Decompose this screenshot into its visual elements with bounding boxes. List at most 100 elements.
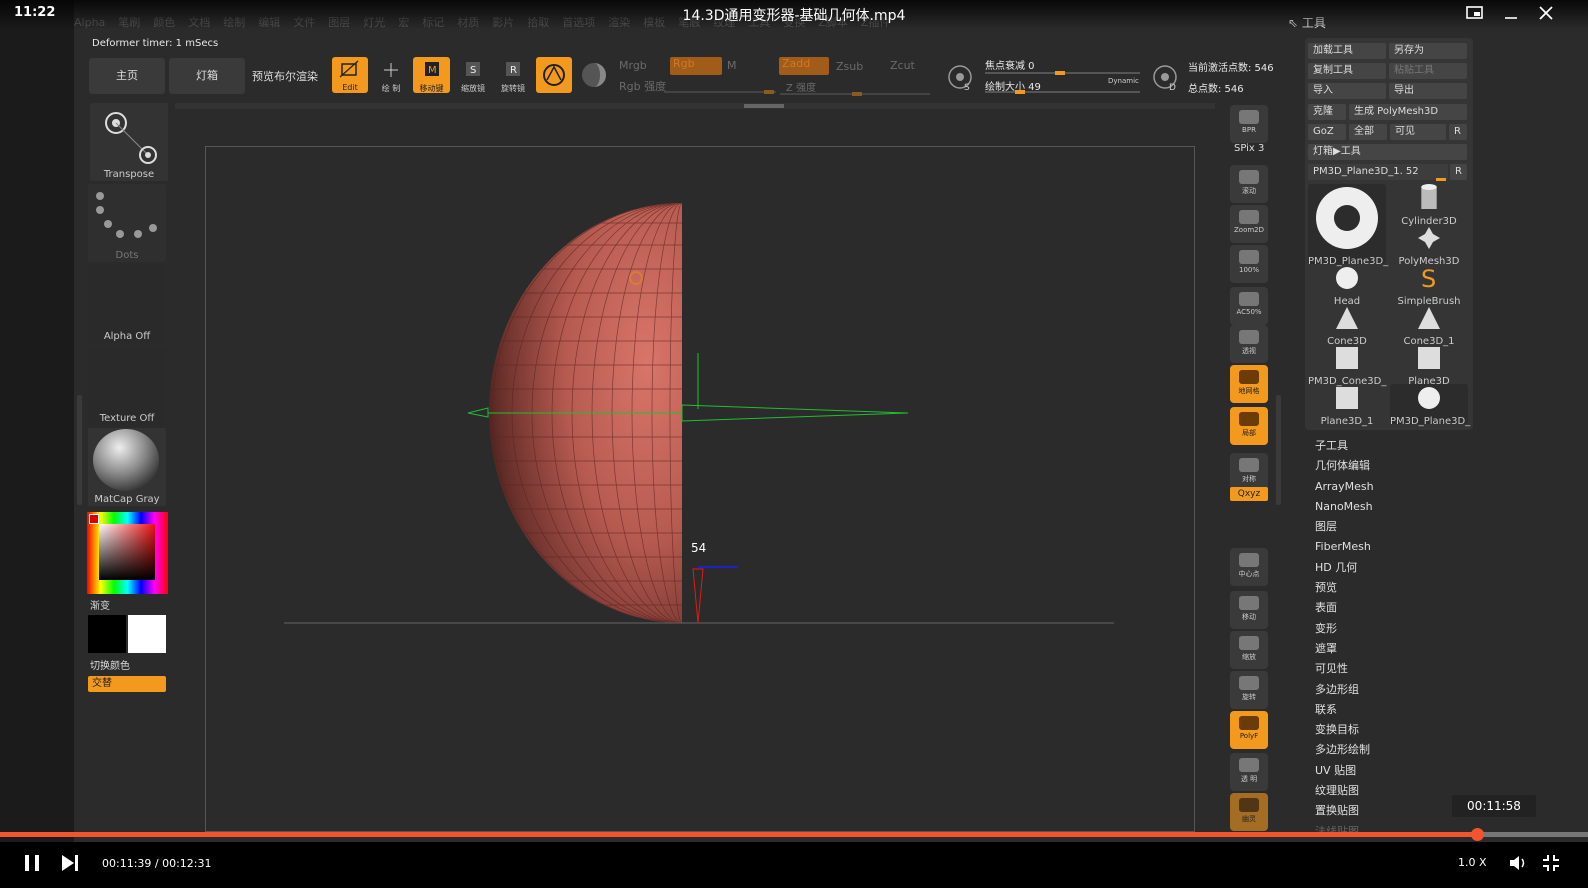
tool-thumbnail[interactable]: PM3D_Cone3D_ bbox=[1308, 344, 1386, 387]
rotate-button[interactable]: R 旋转镜 bbox=[495, 57, 531, 93]
tool-thumbnail[interactable]: Plane3D bbox=[1390, 344, 1468, 387]
subpalette-item[interactable]: 纹理贴图 bbox=[1315, 781, 1475, 801]
speed-button[interactable]: 1.0 X bbox=[1458, 856, 1487, 869]
transpose-cell[interactable]: Transpose bbox=[90, 103, 168, 181]
switch-color-button[interactable]: 切换颜色 bbox=[90, 657, 130, 672]
subpalette-item[interactable]: 变换目标 bbox=[1315, 720, 1475, 740]
tool-thumbnail[interactable]: Head bbox=[1308, 264, 1386, 307]
subpalette-item[interactable]: 多边形组 bbox=[1315, 680, 1475, 700]
subpalette-item[interactable]: 几何体编辑 bbox=[1315, 456, 1475, 476]
subpalette-item[interactable]: 图层 bbox=[1315, 517, 1475, 537]
tool-ghost-button[interactable]: 幽灵 bbox=[1230, 793, 1268, 831]
edit-button[interactable]: Edit bbox=[332, 57, 368, 93]
dynamic-toggle[interactable]: Dynamic bbox=[1108, 77, 1139, 85]
subpalette-item[interactable]: 遮罩 bbox=[1315, 639, 1475, 659]
export-button[interactable]: 导出 bbox=[1389, 83, 1467, 99]
goz-button[interactable]: GoZ bbox=[1308, 124, 1346, 140]
secondary-color-swatch[interactable] bbox=[128, 615, 166, 653]
tool-frame-button[interactable]: 中心点 bbox=[1230, 548, 1268, 586]
current-tool-slider-knob[interactable] bbox=[1436, 178, 1446, 181]
draw-size-icon[interactable]: D bbox=[1150, 62, 1180, 93]
document-canvas[interactable]: 54 bbox=[205, 146, 1195, 832]
tool-bpr-button[interactable]: BPR bbox=[1230, 105, 1268, 143]
zsub-button[interactable]: Zsub bbox=[836, 60, 863, 73]
subpalette-item[interactable]: HD 几何 bbox=[1315, 558, 1475, 578]
deformer-tool-button[interactable] bbox=[536, 57, 572, 93]
subpalette-item[interactable]: 联系 bbox=[1315, 700, 1475, 720]
save-as-button[interactable]: 另存为 bbox=[1389, 43, 1467, 59]
pip-icon[interactable] bbox=[1466, 5, 1484, 21]
tool-polyf-button[interactable]: PolyF bbox=[1230, 711, 1268, 749]
clone-button[interactable]: 克隆 bbox=[1308, 104, 1346, 120]
tool-thumbnail[interactable]: PM3D_Plane3D_ bbox=[1390, 384, 1470, 427]
goz-r-button[interactable]: R bbox=[1449, 124, 1467, 140]
draw-button[interactable]: 绘 制 bbox=[375, 57, 407, 93]
z-strength-slider[interactable] bbox=[780, 92, 930, 96]
material-cell[interactable]: MatCap Gray bbox=[88, 428, 166, 506]
left-tray-handle[interactable] bbox=[77, 395, 82, 505]
mrgb-button[interactable]: Mrgb bbox=[619, 59, 647, 72]
tool-rotate-button[interactable]: 旋转 bbox=[1230, 671, 1268, 709]
subpalette-item[interactable]: 表面 bbox=[1315, 598, 1475, 618]
subpalette-item[interactable]: UV 贴图 bbox=[1315, 761, 1475, 781]
next-icon[interactable] bbox=[60, 853, 80, 873]
close-icon[interactable] bbox=[1538, 5, 1554, 21]
rgb-button[interactable]: Rgb bbox=[670, 57, 722, 75]
tool-r-button[interactable]: R bbox=[1450, 164, 1467, 180]
material-sphere-icon[interactable] bbox=[580, 61, 608, 89]
tool-zoom-button[interactable]: 缩放 bbox=[1230, 631, 1268, 669]
tool-thumbnail[interactable]: Cylinder3D bbox=[1390, 184, 1468, 227]
subpalette-item[interactable]: ArrayMesh bbox=[1315, 477, 1475, 497]
tool-zoom2d-button[interactable]: Zoom2D bbox=[1230, 205, 1268, 243]
tool-perspective-button[interactable]: 透视 bbox=[1230, 325, 1268, 363]
load-tool-button[interactable]: 加载工具 bbox=[1308, 43, 1386, 59]
zcut-button[interactable]: Zcut bbox=[890, 59, 915, 72]
tool-scroll-button[interactable]: 滚动 bbox=[1230, 165, 1268, 203]
tool-ac50-button[interactable]: AC50% bbox=[1230, 287, 1268, 325]
home-button[interactable]: 主页 bbox=[89, 58, 165, 94]
tool-move-button[interactable]: 移动 bbox=[1230, 591, 1268, 629]
tool-thumbnail[interactable]: PM3D_Plane3D_ bbox=[1308, 184, 1388, 267]
dots-stroke-cell[interactable]: Dots bbox=[88, 184, 166, 262]
deformer-z-handle[interactable] bbox=[692, 568, 704, 624]
import-button[interactable]: 导入 bbox=[1308, 83, 1386, 99]
alpha-cell[interactable]: Alpha Off bbox=[88, 265, 166, 343]
pause-icon[interactable] bbox=[22, 853, 42, 873]
lightbox-button[interactable]: 灯箱 bbox=[169, 58, 245, 94]
progress-knob[interactable] bbox=[1470, 828, 1484, 841]
color-square[interactable] bbox=[99, 524, 155, 580]
subpalette-item[interactable]: 可见性 bbox=[1315, 659, 1475, 679]
paste-tool-button[interactable]: 粘贴工具 bbox=[1389, 63, 1467, 79]
xyz-symmetry-button[interactable]: Qxyz bbox=[1230, 487, 1268, 501]
tool-local-button[interactable]: 局部 bbox=[1230, 407, 1268, 445]
current-tool-slider[interactable]: PM3D_Plane3D_1. 52 bbox=[1308, 164, 1448, 180]
lightbox-tools-button[interactable]: 灯箱▶工具 bbox=[1308, 144, 1467, 160]
minimize-icon[interactable] bbox=[1503, 5, 1519, 21]
rgb-strength-slider[interactable] bbox=[664, 90, 776, 94]
m-button[interactable]: M bbox=[727, 59, 737, 72]
goz-all-button[interactable]: 全部 bbox=[1349, 124, 1387, 140]
goz-visible-button[interactable]: 可见 bbox=[1390, 124, 1446, 140]
subpalette-item[interactable]: NanoMesh bbox=[1315, 497, 1475, 517]
color-picker[interactable] bbox=[87, 512, 168, 594]
subpalette-item[interactable]: 子工具 bbox=[1315, 436, 1475, 456]
tool-thumbnail[interactable]: Cone3D bbox=[1308, 304, 1386, 347]
tool-floor-button[interactable]: 地网格 bbox=[1230, 365, 1268, 403]
scale-button[interactable]: S 缩放镜 bbox=[455, 57, 491, 93]
shelf-handle[interactable] bbox=[744, 104, 784, 108]
tool-transp-button[interactable]: 透 明 bbox=[1230, 753, 1268, 791]
spix-label[interactable]: SPix 3 bbox=[1234, 143, 1264, 154]
subpalette-item[interactable]: 置换贴图 bbox=[1315, 801, 1475, 821]
draw-size-slider[interactable] bbox=[985, 90, 1140, 94]
deformer-handle-left[interactable] bbox=[467, 407, 489, 418]
move-button[interactable]: M 移动键 bbox=[413, 57, 450, 93]
exit-fullscreen-icon[interactable] bbox=[1541, 853, 1561, 873]
subpalette-item[interactable]: 预览 bbox=[1315, 578, 1475, 598]
tool-thumbnail[interactable]: Cone3D_1 bbox=[1390, 304, 1468, 347]
texture-cell[interactable]: Texture Off bbox=[88, 347, 166, 425]
focal-shift-slider[interactable] bbox=[985, 71, 1140, 75]
tool-thumbnail[interactable]: S SimpleBrush bbox=[1390, 264, 1468, 307]
zadd-button[interactable]: Zadd bbox=[779, 57, 829, 75]
preview-render-button[interactable]: 预览布尔渲染 bbox=[252, 68, 318, 84]
deformer-handle-right[interactable] bbox=[681, 404, 909, 422]
